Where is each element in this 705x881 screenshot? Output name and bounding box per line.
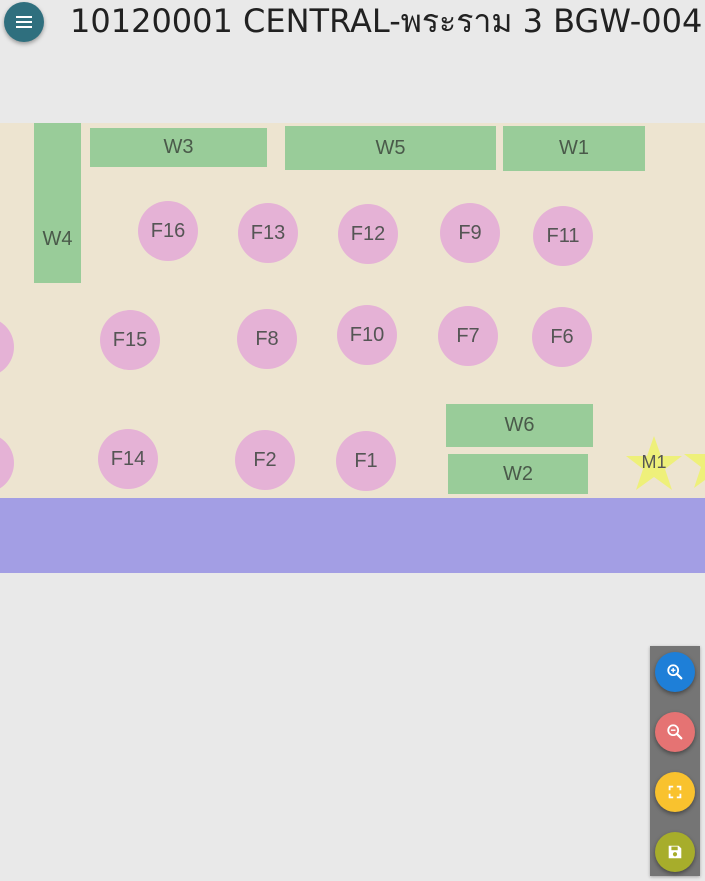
save-button[interactable] <box>655 832 695 872</box>
wall-label: W4 <box>42 227 73 250</box>
fixture-partial-left-1[interactable] <box>0 317 14 377</box>
zoom-in-button[interactable] <box>655 652 695 692</box>
wall-label: W6 <box>504 414 535 436</box>
fixture-label: F11 <box>546 224 580 247</box>
fixture-label: F10 <box>349 323 385 346</box>
walkway-area <box>0 498 705 573</box>
fixture-f6[interactable]: F6 <box>532 307 592 367</box>
map-toolbar <box>650 646 700 876</box>
fixture-f7[interactable]: F7 <box>438 306 498 366</box>
fixture-label: F13 <box>250 221 286 244</box>
fixture-partial-left-2[interactable] <box>0 433 14 493</box>
hamburger-menu-icon <box>16 16 32 28</box>
floor-plan-area[interactable]: W4 W3 W5 W1 W6 W2 F16 F13 F12 F9 F11 F15… <box>0 123 705 498</box>
fixture-f14[interactable]: F14 <box>98 429 158 489</box>
wall-w1[interactable]: W1 <box>503 126 645 171</box>
fixture-label: F6 <box>550 325 574 348</box>
fixture-f9[interactable]: F9 <box>440 203 500 263</box>
fixture-f12[interactable]: F12 <box>338 204 398 264</box>
zoom-out-button[interactable] <box>655 712 695 752</box>
fullscreen-icon <box>668 785 682 799</box>
fixture-f15[interactable]: F15 <box>100 310 160 370</box>
save-icon <box>668 845 682 859</box>
marker-label: M <box>682 450 705 471</box>
fixture-label: F14 <box>110 447 146 470</box>
zoom-in-icon <box>667 664 683 680</box>
fixture-label: F16 <box>150 219 186 242</box>
marker-label: M1 <box>641 452 667 472</box>
wall-w5[interactable]: W5 <box>285 126 496 170</box>
wall-w6[interactable]: W6 <box>446 404 593 447</box>
wall-label: W3 <box>163 136 194 158</box>
zoom-out-icon <box>667 724 683 740</box>
fixture-label: F1 <box>354 449 378 472</box>
fit-to-screen-button[interactable] <box>655 772 695 812</box>
marker-m2[interactable]: M <box>682 432 705 492</box>
fixture-label: F7 <box>456 324 480 347</box>
fixture-f11[interactable]: F11 <box>533 206 593 266</box>
fixture-label: F15 <box>112 328 148 351</box>
fixture-label: F12 <box>350 222 386 245</box>
fixture-f13[interactable]: F13 <box>238 203 298 263</box>
wall-label: W5 <box>375 136 406 159</box>
fixture-label: F2 <box>253 448 277 471</box>
fixture-f16[interactable]: F16 <box>138 201 198 261</box>
wall-label: W2 <box>503 462 533 485</box>
fixture-f1[interactable]: F1 <box>336 431 396 491</box>
wall-label: W1 <box>559 137 589 159</box>
wall-w4[interactable]: W4 <box>34 123 81 283</box>
fixture-f2[interactable]: F2 <box>235 430 295 490</box>
fixture-f8[interactable]: F8 <box>237 309 297 369</box>
page-title: 10120001 CENTRAL-พระราม 3 BGW-004 <box>70 2 703 40</box>
fixture-f10[interactable]: F10 <box>337 305 397 365</box>
marker-m1[interactable]: M1 <box>624 434 684 494</box>
wall-w2[interactable]: W2 <box>448 454 588 494</box>
fixture-label: F9 <box>458 221 482 244</box>
menu-button[interactable] <box>4 2 44 42</box>
fixture-label: F8 <box>255 327 279 350</box>
wall-w3[interactable]: W3 <box>90 128 267 167</box>
